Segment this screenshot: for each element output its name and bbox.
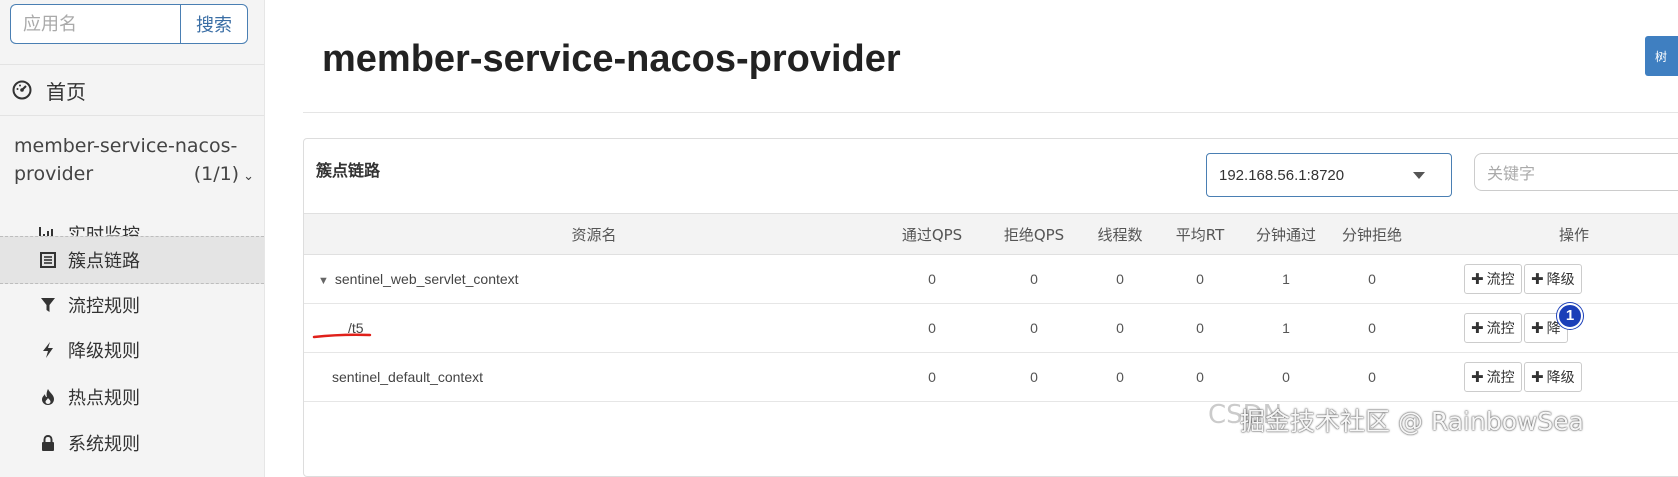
avg-rt: 0 bbox=[1196, 369, 1204, 385]
machine-select-value: 192.168.56.1:8720 bbox=[1219, 166, 1345, 184]
list-icon bbox=[38, 252, 58, 268]
app-item[interactable]: member-service-nacos- provider (1/1) ⌄ bbox=[0, 118, 264, 202]
plus-icon: ✚ bbox=[1531, 319, 1544, 337]
header-block-qps: 拒绝QPS bbox=[1003, 226, 1065, 244]
block-qps: 0 bbox=[1030, 271, 1038, 287]
block-qps: 0 bbox=[1030, 320, 1038, 336]
app-name: member-service-nacos- bbox=[14, 135, 238, 157]
pass-qps: 0 bbox=[928, 369, 936, 385]
app-search: 搜索 bbox=[10, 4, 248, 44]
resource-name-text: sentinel_web_servlet_context bbox=[334, 271, 519, 287]
plus-icon: ✚ bbox=[1471, 368, 1484, 386]
plus-icon: ✚ bbox=[1471, 270, 1484, 288]
minute-pass: 1 bbox=[1282, 320, 1290, 336]
menu-item-flow-rules[interactable]: 流控规则 bbox=[0, 281, 264, 329]
button-label: 流控 bbox=[1486, 321, 1515, 337]
button-label: 降级 bbox=[1546, 370, 1575, 386]
header-pass-qps: 通过QPS bbox=[901, 226, 963, 244]
threads: 0 bbox=[1116, 320, 1124, 336]
expand-triangle-icon[interactable]: ▼ bbox=[318, 275, 329, 287]
filter-icon bbox=[38, 297, 58, 313]
bolt-icon bbox=[38, 342, 58, 358]
header-avg-rt: 平均RT bbox=[1175, 226, 1225, 244]
avg-rt: 0 bbox=[1196, 320, 1204, 336]
add-flow-rule-button[interactable]: ✚ 流控 bbox=[1464, 313, 1522, 343]
threads: 0 bbox=[1116, 271, 1124, 287]
keyword-input[interactable]: 关键字 bbox=[1474, 153, 1678, 191]
lock-icon bbox=[38, 435, 58, 451]
fire-icon bbox=[38, 389, 58, 405]
sidebar: 搜索 首页 member-service-nacos- provider (1/… bbox=[0, 0, 265, 477]
block-qps: 0 bbox=[1030, 369, 1038, 385]
minute-pass: 0 bbox=[1282, 369, 1290, 385]
app-search-input[interactable] bbox=[10, 4, 180, 44]
header-actions: 操作 bbox=[1558, 226, 1589, 244]
plus-icon: ✚ bbox=[1531, 270, 1544, 288]
resource-name[interactable]: ▼ sentinel_web_servlet_context bbox=[318, 255, 519, 304]
button-label: 流控 bbox=[1486, 272, 1515, 288]
button-label: 流控 bbox=[1486, 370, 1515, 386]
machine-select[interactable]: 192.168.56.1:8720 bbox=[1206, 153, 1452, 197]
notification-badge[interactable]: 1 bbox=[1557, 303, 1583, 329]
panel-title: 簇点链路 bbox=[316, 161, 381, 180]
menu-item-cluster-link[interactable]: 簇点链路 bbox=[0, 236, 264, 284]
watermark-front: 掘金技术社区 @ RainbowSea bbox=[1240, 407, 1585, 436]
add-degrade-rule-button[interactable]: ✚ 降级 bbox=[1524, 264, 1582, 294]
divider bbox=[303, 112, 1678, 113]
table-row: sentinel_default_context 0 0 0 0 0 0 ✚ 流控… bbox=[304, 353, 1678, 402]
header-minute-pass: 分钟通过 bbox=[1255, 226, 1316, 244]
menu-item-hotspot-rules[interactable]: 热点规则 bbox=[0, 373, 264, 421]
plus-icon: ✚ bbox=[1531, 368, 1544, 386]
tree-view-button[interactable]: 树 bbox=[1645, 36, 1678, 76]
menu-item-degrade-rules[interactable]: 降级规则 bbox=[0, 326, 264, 374]
button-label: 降级 bbox=[1546, 272, 1575, 288]
chevron-down-icon: ⌄ bbox=[243, 169, 254, 184]
minute-block: 0 bbox=[1368, 271, 1376, 287]
header-minute-block: 分钟拒绝 bbox=[1341, 226, 1402, 244]
threads: 0 bbox=[1116, 369, 1124, 385]
table-row: /t5 0 0 0 0 1 0 ✚ 流控 ✚ 降 bbox=[304, 304, 1678, 353]
minute-block: 0 bbox=[1368, 320, 1376, 336]
add-flow-rule-button[interactable]: ✚ 流控 bbox=[1464, 362, 1522, 392]
pass-qps: 0 bbox=[928, 271, 936, 287]
resource-name[interactable]: /t5 bbox=[348, 304, 364, 353]
red-underline-annotation bbox=[312, 333, 372, 339]
table-header: 资源名 通过QPS 拒绝QPS 线程数 平均RT 分钟通过 分钟拒绝 操作 bbox=[304, 213, 1678, 255]
menu-item-label: 热点规则 bbox=[68, 388, 140, 409]
header-threads: 线程数 bbox=[1097, 226, 1143, 244]
minute-pass: 1 bbox=[1282, 271, 1290, 287]
menu-item-label: 簇点链路 bbox=[68, 251, 140, 272]
caret-down-icon bbox=[1413, 171, 1425, 179]
page-title: member-service-nacos-provider bbox=[322, 38, 901, 80]
nav-home[interactable]: 首页 bbox=[0, 64, 264, 116]
avg-rt: 0 bbox=[1196, 271, 1204, 287]
menu-item-label: 系统规则 bbox=[68, 434, 140, 455]
table-row: ▼ sentinel_web_servlet_context 0 0 0 0 1 … bbox=[304, 255, 1678, 304]
app-name-rest: provider bbox=[14, 163, 94, 185]
minute-block: 0 bbox=[1368, 369, 1376, 385]
menu-item-label: 降级规则 bbox=[68, 341, 140, 362]
header-resource: 资源名 bbox=[571, 226, 617, 244]
app-machine-count: (1/1) bbox=[193, 163, 240, 185]
pass-qps: 0 bbox=[928, 320, 936, 336]
add-flow-rule-button[interactable]: ✚ 流控 bbox=[1464, 264, 1522, 294]
menu-item-system-rules[interactable]: 系统规则 bbox=[0, 419, 264, 467]
resource-table: 资源名 通过QPS 拒绝QPS 线程数 平均RT 分钟通过 分钟拒绝 操作 ▼ s… bbox=[304, 213, 1678, 402]
resource-name[interactable]: sentinel_default_context bbox=[332, 353, 483, 402]
menu-item-label: 流控规则 bbox=[68, 296, 140, 317]
search-button[interactable]: 搜索 bbox=[180, 4, 248, 44]
plus-icon: ✚ bbox=[1471, 319, 1484, 337]
dashboard-icon bbox=[12, 80, 32, 100]
nav-home-label: 首页 bbox=[46, 79, 86, 104]
add-degrade-rule-button[interactable]: ✚ 降级 bbox=[1524, 362, 1582, 392]
